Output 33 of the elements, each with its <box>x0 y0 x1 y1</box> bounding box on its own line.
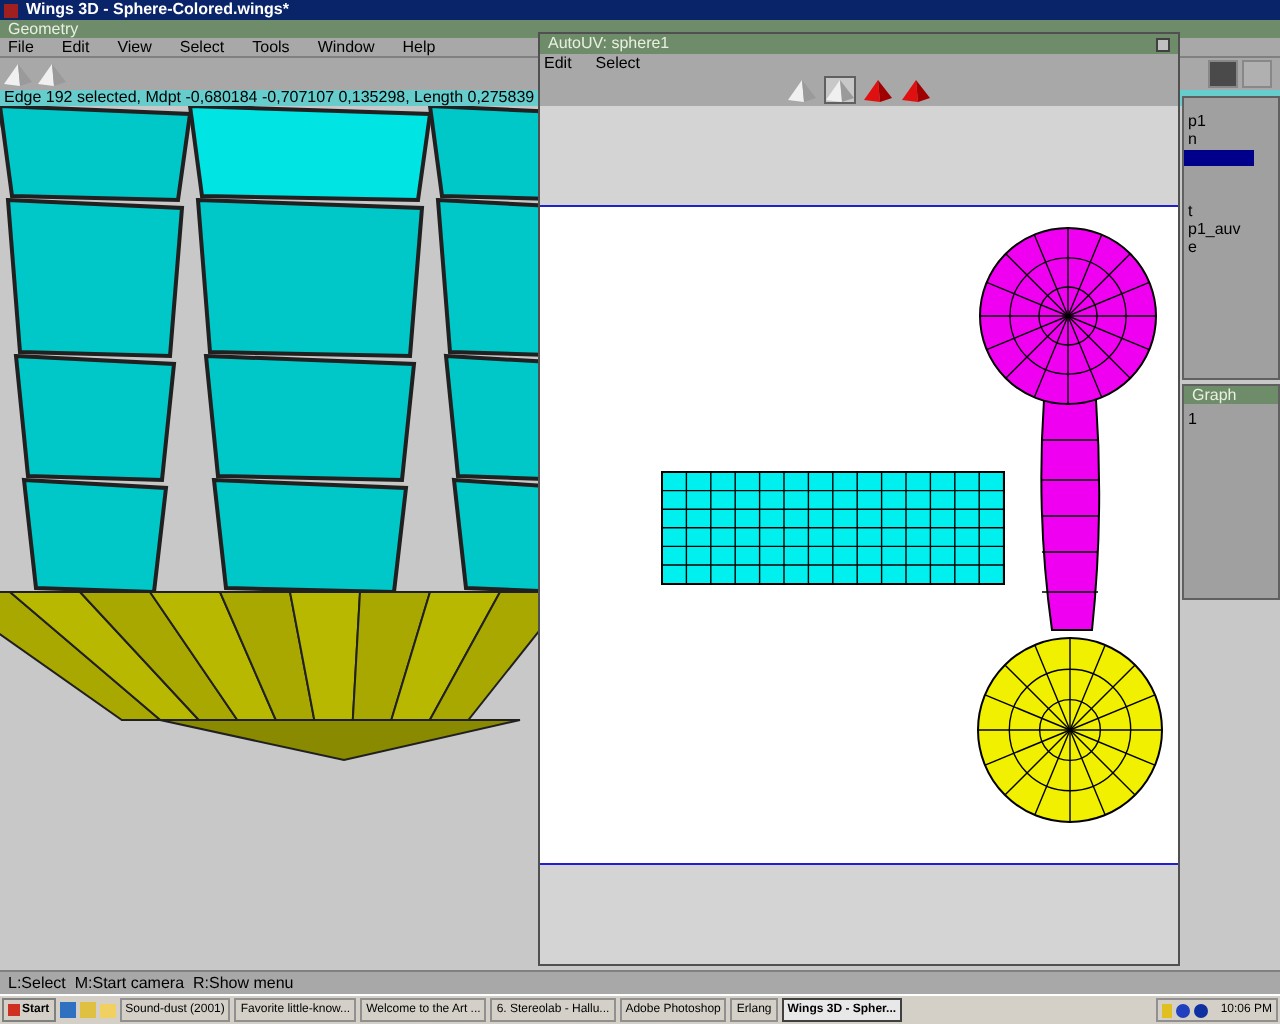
autouv-title: AutoUV: sphere1 <box>548 36 670 52</box>
pyramid-icon <box>902 79 930 101</box>
selection-mode-button[interactable] <box>786 76 818 104</box>
status-bar: L:Select M:Start camera R:Show menu <box>0 970 1280 994</box>
pyramid-icon <box>826 79 854 101</box>
menu-item[interactable]: Edit <box>61 39 90 55</box>
menu-item[interactable]: Window <box>317 39 375 55</box>
app-icon <box>4 3 18 17</box>
graph-title: Graph <box>1192 387 1237 403</box>
shading-icon[interactable] <box>1208 60 1238 88</box>
geometry-title: Geometry <box>8 21 79 37</box>
menu-item[interactable]: Edit <box>544 56 572 72</box>
menu-item[interactable]: Select <box>595 56 641 72</box>
pyramid-icon <box>864 79 892 101</box>
window-title: Wings 3D - Sphere-Colored.wings* <box>26 2 289 18</box>
menu-item[interactable]: Tools <box>252 39 290 55</box>
menu-item[interactable]: Select <box>179 39 225 55</box>
outliner-item[interactable]: t <box>1184 204 1278 220</box>
close-button[interactable] <box>1156 37 1170 51</box>
vertex-mode-icon <box>4 63 32 85</box>
outliner-item[interactable]: p1_auv <box>1184 222 1278 238</box>
graph-item[interactable]: 1 <box>1184 404 1278 428</box>
outliner-item[interactable]: p1 <box>1184 114 1278 130</box>
menu-item[interactable]: View <box>117 39 152 55</box>
menu-item[interactable]: File <box>8 39 34 55</box>
edge-mode-icon <box>38 63 66 85</box>
pyramid-icon <box>788 79 816 101</box>
outliner-item[interactable]: e <box>1184 240 1278 256</box>
selection-mode-button[interactable] <box>900 76 932 104</box>
selection-mode-button[interactable] <box>862 76 894 104</box>
menu-item[interactable]: Help <box>402 39 436 55</box>
outliner-item[interactable]: n <box>1184 132 1278 148</box>
selection-mode-button[interactable] <box>824 76 856 104</box>
